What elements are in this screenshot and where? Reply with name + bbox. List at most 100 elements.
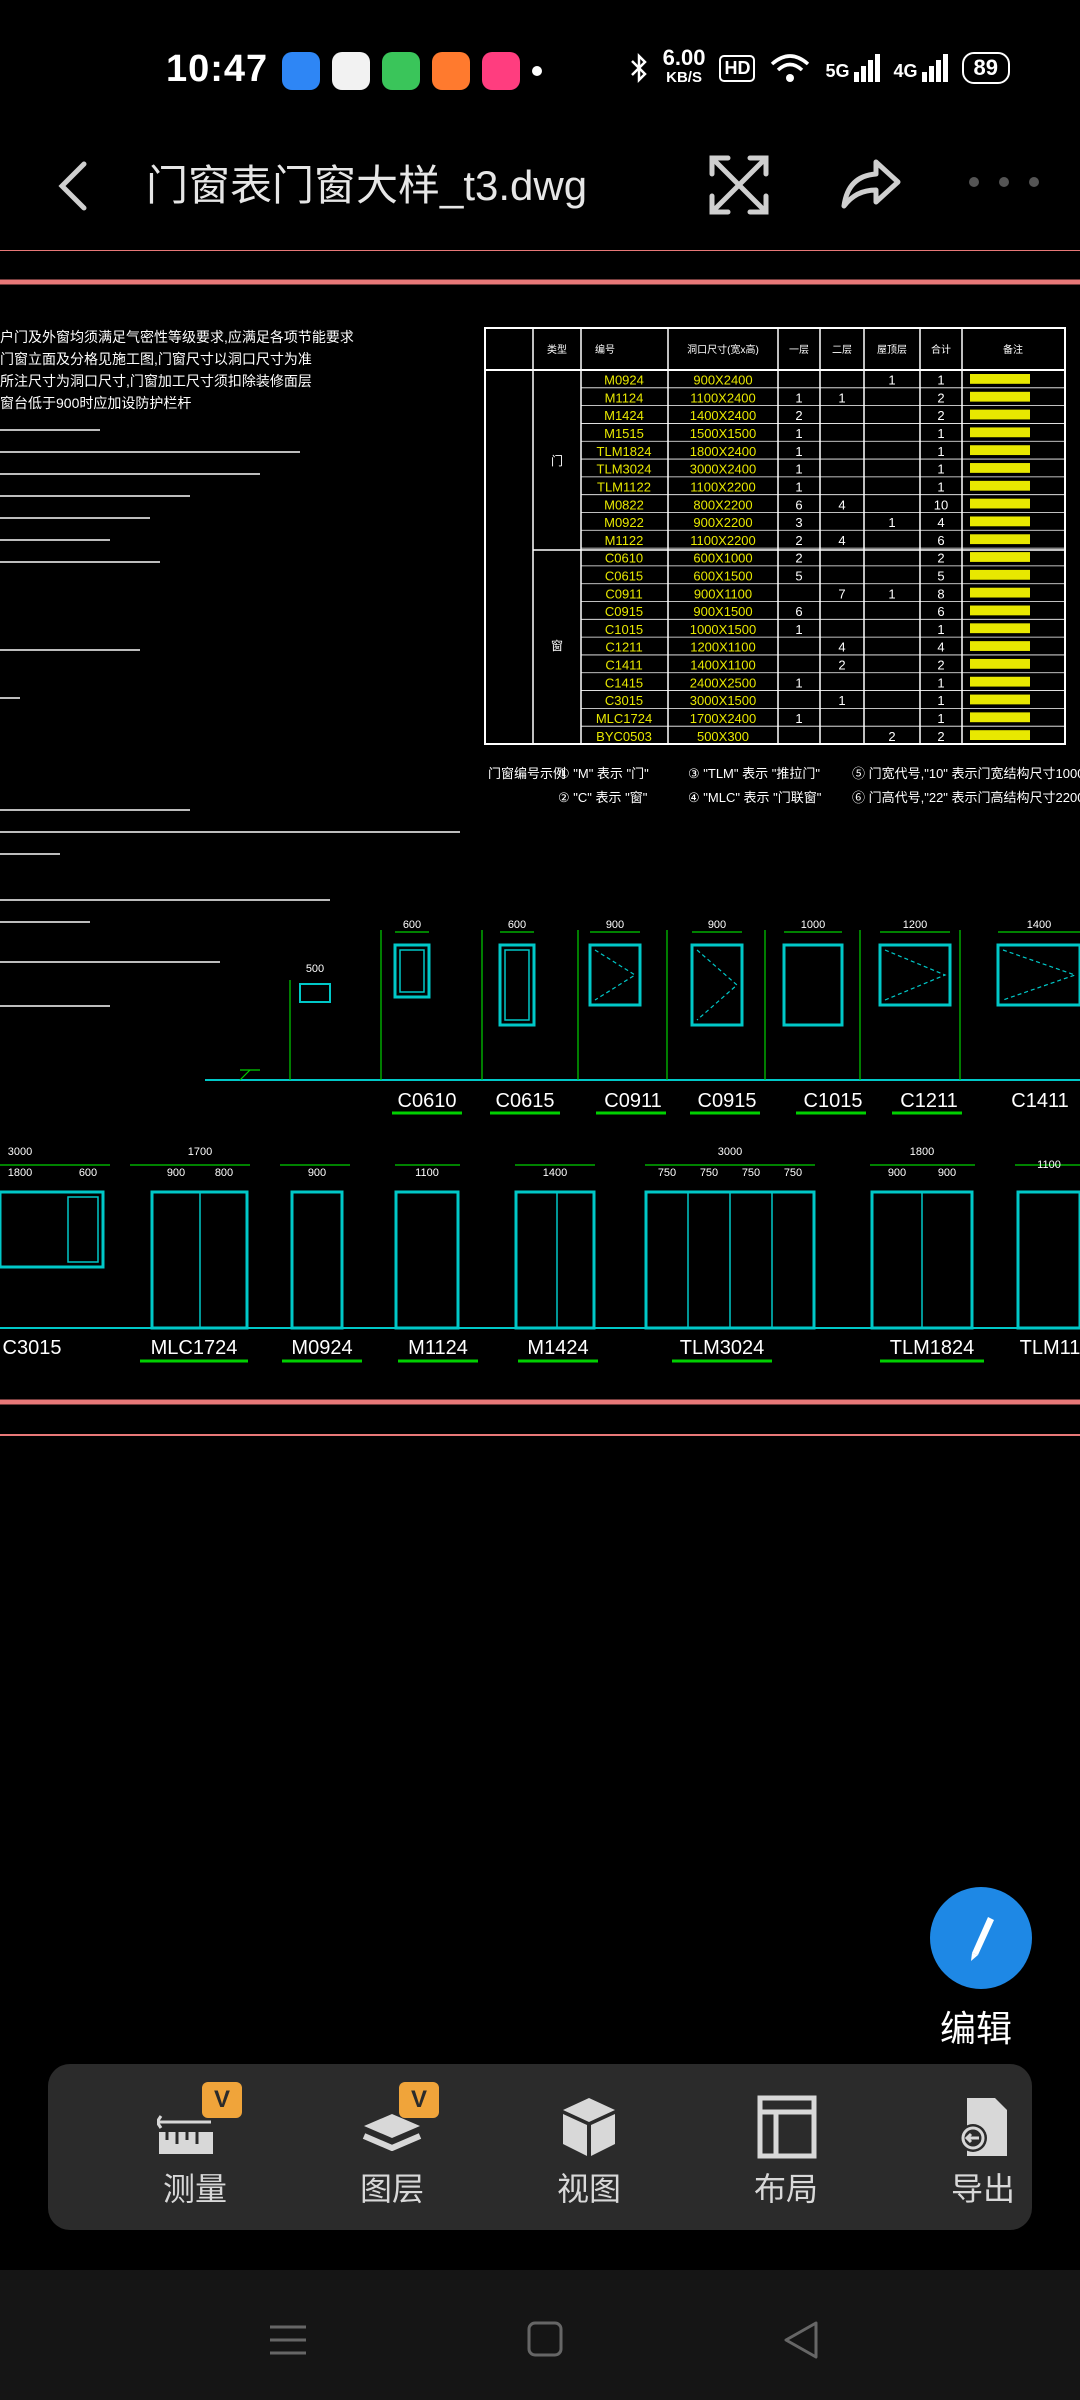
dim-label: 1000 [801,919,825,931]
window-c1211 [878,943,952,1007]
table-cell: 1 [795,675,802,690]
type-window-label: 窗 [551,639,563,653]
table-cell: 1 [937,693,944,708]
table-cell: C0915 [605,604,643,619]
view-button[interactable]: 视图 [514,2064,664,2230]
dim-label: 900 [708,919,726,931]
table-cell: 2 [795,408,802,423]
table-cell: M1124 [605,390,644,405]
table-note-mark [970,463,1030,473]
table-cell: 1 [795,711,802,726]
table-cell: 1 [888,586,895,601]
dim-label: 3000 [718,1146,742,1158]
table-cell: 1000X1500 [690,622,757,637]
cad-drawing-canvas[interactable]: 户门及外窗均须满足气密性等级要求,应满足各项节能要求 门窗立面及分格见施工图,门… [0,250,1080,1450]
design-note: 所注尺寸为洞口尺寸,门窗加工尺寸须扣除装修面层 [0,373,312,389]
design-notes-filler [0,429,460,1007]
table-cell: TLM3024 [597,462,652,477]
dim-label: 900 [888,1167,906,1179]
table-header: 洞口尺寸(宽x高) [687,343,759,356]
window-c0915 [690,943,744,1027]
table-note-mark [970,676,1030,687]
vent-c0503 [299,983,331,1003]
menu-button[interactable] [258,2315,318,2365]
table-cell: 4 [937,640,944,655]
more-options-button[interactable] [960,150,1070,220]
table-cell: 5 [795,569,802,584]
layout-button[interactable]: 布局 [711,2064,861,2230]
layout-label: 布局 [753,2171,818,2207]
table-note-mark [970,605,1030,616]
legend-item: ③ "TLM" 表示 "推拉门" [688,766,820,781]
table-cell: 2 [937,658,944,673]
system-back-button[interactable] [772,2315,832,2365]
share-button[interactable] [836,150,906,220]
window-label: C0915 [698,1090,757,1112]
table-cell: 1100X2200 [690,533,756,548]
window-label: C0610 [398,1090,457,1112]
table-header: 备注 [1003,343,1023,356]
dim-label: 1800 [8,1167,32,1179]
edit-button[interactable] [930,1887,1032,1989]
bottom-toolbar: V 测量 V 图层 视图 布局 导出 [48,2064,1032,2230]
status-indicators: 6.00 KB/S HD 5G 4G 89 [629,47,1010,88]
table-cell: 2 [937,408,944,423]
dim-label: 900 [606,919,624,931]
messages-app-icon [382,52,420,90]
window-label: C1411 [1011,1090,1068,1112]
table-cell: 1 [888,515,895,530]
table-cell: M1424 [604,408,644,423]
door-m1424 [514,1190,596,1330]
table-cell: MLC1724 [596,711,652,726]
legend-item: ④ "MLC" 表示 "门联窗" [688,790,822,805]
table-cell: C0610 [605,551,643,566]
table-header: 合计 [931,343,951,356]
window-c0911 [588,943,642,1007]
table-note-mark [970,712,1030,723]
table-cell: 1500X1500 [690,426,757,441]
table-cell: TLM1824 [597,444,652,459]
door-label: M1124 [408,1337,468,1359]
table-cell: 1 [937,622,944,637]
document-title: 门窗表门窗大样_t3.dwg [146,162,588,209]
table-cell: 8 [937,586,944,601]
table-note-mark [970,641,1030,651]
table-cell: C1015 [605,622,643,637]
wifi-icon [771,54,810,82]
home-button[interactable] [515,2315,575,2365]
table-cell: M0822 [604,497,644,512]
table-cell: M1515 [604,426,644,441]
legend-item: ⑤ 门宽代号,"10" 表示门宽结构尺寸1000 [852,766,1080,781]
window-c1411 [996,943,1080,1007]
layout-icon [757,2095,817,2159]
design-note: 窗台低于900时应加设防护栏杆 [0,395,191,411]
table-note-mark [970,552,1030,562]
table-cell: 900X2200 [693,515,752,530]
files-app-icon [282,52,320,90]
table-cell: 1100X2200 [690,479,756,494]
table-cell: 2 [838,658,845,673]
table-note-mark [970,623,1030,634]
table-note-mark [970,374,1030,384]
table-cell: 2 [795,533,802,548]
table-cell: 3000X2400 [690,462,757,477]
bluetooth-icon [630,52,647,84]
table-cell: 1 [795,444,802,459]
measure-button[interactable]: V 测量 [120,2064,270,2230]
dim-label: 1100 [1037,1159,1061,1171]
battery-indicator: 89 [961,52,1010,84]
design-note: 门窗立面及分格见施工图,门窗尺寸以洞口尺寸为准 [0,351,312,367]
table-cell: 800X2200 [693,497,752,512]
table-cell: 1 [937,711,944,726]
back-button[interactable] [40,150,110,220]
window-label: C0615 [496,1090,555,1112]
legend-item: ⑥ 门高代号,"22" 表示门高结构尺寸2200 [852,790,1080,805]
layers-button[interactable]: V 图层 [317,2064,467,2230]
cube-icon [563,2098,615,2156]
table-cell: 1 [937,426,944,441]
export-label: 导出 [950,2171,1015,2207]
dim-label: 1200 [903,919,927,931]
export-button[interactable]: 导出 [908,2064,1058,2230]
door-label: TLM1824 [890,1337,975,1359]
fullscreen-button[interactable] [704,150,774,220]
